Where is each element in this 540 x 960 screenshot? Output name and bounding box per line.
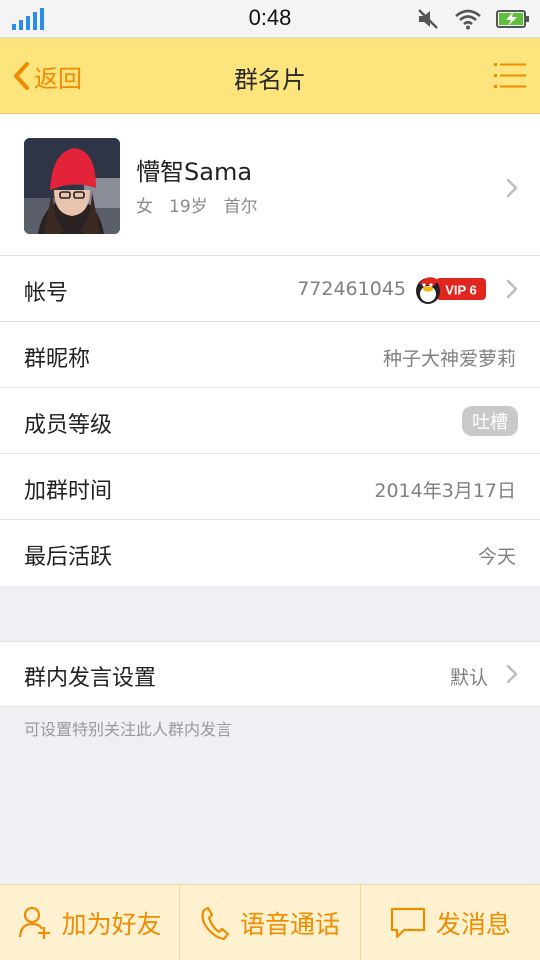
phone-icon xyxy=(201,906,230,940)
join-time-label: 加群时间 xyxy=(24,479,113,504)
nickname-value: 种子大神爱萝莉 xyxy=(382,348,516,370)
speech-settings-label: 群内发言设置 xyxy=(24,666,157,691)
account-value: 772461045 xyxy=(297,278,406,300)
info-list: 帐号 772461045 VIP 6 群昵称 种子大神爱萝莉 成员等级 吐槽 加… xyxy=(0,256,540,586)
page-title: 群名片 xyxy=(234,66,306,94)
level-row: 成员等级 吐槽 xyxy=(0,388,540,454)
nickname-row: 群昵称 种子大神爱萝莉 xyxy=(0,322,540,388)
wifi-icon xyxy=(455,9,481,30)
join-time-row: 加群时间 2014年3月17日 xyxy=(0,454,540,520)
speech-settings-hint: 可设置特别关注此人群内发言 xyxy=(24,720,233,739)
level-badge: 吐槽 xyxy=(462,406,518,436)
vip-badge-label: VIP 6 xyxy=(445,283,477,298)
profile-card[interactable]: 懵智Sama 女 19岁 首尔 xyxy=(0,114,540,256)
menu-icon[interactable] xyxy=(494,62,526,90)
nav-bar: 返回 群名片 xyxy=(0,38,540,114)
chevron-right-icon xyxy=(506,279,518,299)
chevron-right-icon xyxy=(506,664,518,684)
add-friend-icon xyxy=(18,906,50,939)
account-label: 帐号 xyxy=(24,281,69,306)
profile-meta: 女 19岁 首尔 xyxy=(136,192,258,217)
account-row[interactable]: 帐号 772461045 VIP 6 xyxy=(0,256,540,322)
bottom-action-bar: 加为好友 语音通话 发消息 xyxy=(0,884,540,960)
last-active-value: 今天 xyxy=(477,546,516,568)
chevron-right-icon xyxy=(506,178,518,198)
vip-badge: VIP 6 xyxy=(416,277,486,304)
send-message-button[interactable]: 发消息 xyxy=(359,885,540,960)
profile-location: 首尔 xyxy=(223,197,258,217)
profile-gender: 女 xyxy=(136,197,153,217)
avatar[interactable] xyxy=(24,138,120,234)
avatar-photo xyxy=(24,138,120,234)
last-active-label: 最后活跃 xyxy=(24,545,113,570)
speech-settings-row[interactable]: 群内发言设置 默认 xyxy=(0,641,540,707)
add-friend-label: 加为好友 xyxy=(61,909,162,939)
nickname-label: 群昵称 xyxy=(24,347,91,372)
voice-call-label: 语音通话 xyxy=(239,909,340,939)
level-label: 成员等级 xyxy=(24,413,113,438)
status-bar: 0:48 xyxy=(0,0,540,38)
chat-bubble-icon xyxy=(390,907,425,938)
speech-settings-value: 默认 xyxy=(449,667,488,689)
join-time-value: 2014年3月17日 xyxy=(374,480,516,502)
profile-age: 19岁 xyxy=(169,197,208,217)
profile-name: 懵智Sama xyxy=(136,158,253,186)
add-friend-button[interactable]: 加为好友 xyxy=(0,885,179,960)
mute-icon xyxy=(418,9,438,29)
last-active-row: 最后活跃 今天 xyxy=(0,520,540,586)
voice-call-button[interactable]: 语音通话 xyxy=(179,885,359,960)
battery-charging-icon xyxy=(496,10,529,28)
send-message-label: 发消息 xyxy=(435,909,511,939)
